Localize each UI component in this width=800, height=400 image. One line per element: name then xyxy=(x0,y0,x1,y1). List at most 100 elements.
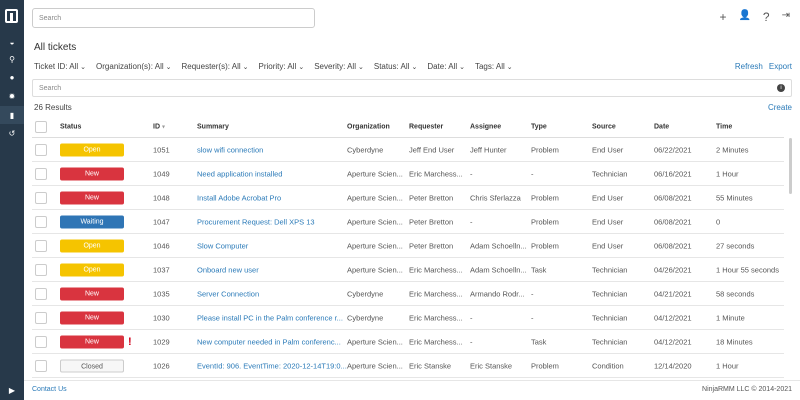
table-row[interactable]: New 1035 Server Connection Cyberdyne Eri… xyxy=(32,282,784,306)
ticket-summary-link[interactable]: Slow Computer xyxy=(197,241,248,250)
help-icon[interactable]: ? xyxy=(763,10,770,24)
filter-6[interactable]: Date: All ⌄ xyxy=(427,62,465,71)
date: 06/08/2021 xyxy=(654,241,692,250)
dashboard-icon[interactable]: ◒ xyxy=(0,33,24,51)
col-summary[interactable]: Summary xyxy=(197,123,229,130)
ticket-summary-link[interactable]: Onboard new user xyxy=(197,265,259,274)
row-checkbox[interactable] xyxy=(35,239,47,252)
table-row[interactable]: New 1030 Please install PC in the Palm c… xyxy=(32,306,784,330)
source: Technician xyxy=(592,265,628,274)
assignee: Chris Sferlazza xyxy=(470,193,521,202)
select-all-checkbox[interactable] xyxy=(35,120,47,133)
row-checkbox[interactable] xyxy=(35,143,47,156)
row-checkbox[interactable] xyxy=(35,263,47,276)
search-icon[interactable]: ⚲ xyxy=(0,50,24,68)
table-row[interactable]: New 1049 Need application installed Aper… xyxy=(32,162,784,186)
row-checkbox[interactable] xyxy=(35,215,47,228)
col-source[interactable]: Source xyxy=(592,123,616,130)
scrollbar[interactable] xyxy=(789,138,792,194)
row-checkbox[interactable] xyxy=(35,287,47,300)
ticket-icon[interactable]: ▮ xyxy=(0,106,24,124)
user-icon[interactable]: ● xyxy=(0,68,24,86)
table-row[interactable]: Open 1037 Onboard new user Aperture Scie… xyxy=(32,258,784,282)
chevron-down-icon: ⌄ xyxy=(80,64,87,71)
user-settings-icon[interactable]: 👤 xyxy=(738,10,750,24)
time: 58 seconds xyxy=(716,289,755,298)
ticket-summary-link[interactable]: Server Connection xyxy=(197,289,259,298)
col-date[interactable]: Date xyxy=(654,123,669,130)
row-checkbox[interactable] xyxy=(35,311,47,324)
ticket-summary-link[interactable]: slow wifi connection xyxy=(197,145,263,154)
chevron-down-icon: ⌄ xyxy=(411,64,418,71)
row-checkbox[interactable] xyxy=(35,167,47,180)
expand-icon[interactable]: ▶ xyxy=(0,381,24,399)
ticket-summary-link[interactable]: Procurement Request: Dell XPS 13 xyxy=(197,217,315,226)
organization: Cyberdyne xyxy=(347,145,384,154)
col-organization[interactable]: Organization xyxy=(347,123,390,130)
ticket-summary-link[interactable]: Install Adobe Acrobat Pro xyxy=(197,193,281,202)
info-icon[interactable]: i xyxy=(777,84,785,92)
type: - xyxy=(531,289,534,298)
col-assignee[interactable]: Assignee xyxy=(470,123,501,130)
row-checkbox[interactable] xyxy=(35,359,47,372)
ticket-summary-link[interactable]: Need application installed xyxy=(197,169,282,178)
refresh-link[interactable]: Refresh xyxy=(735,62,763,71)
table-row[interactable]: New ! 1029 New computer needed in Palm c… xyxy=(32,330,784,354)
table-row[interactable]: Open 1046 Slow Computer Aperture Scien..… xyxy=(32,234,784,258)
status-badge: New xyxy=(60,335,124,348)
status-badge: Open xyxy=(60,263,124,276)
type: Task xyxy=(531,337,547,346)
sidebar: ◒ ⚲ ● ✹ ▮ ↺ ▶ xyxy=(0,0,24,400)
date: 12/14/2020 xyxy=(654,361,692,370)
global-search-input[interactable]: Search xyxy=(32,8,315,28)
table-header: Status ID ▾ Summary Organization Request… xyxy=(32,116,784,138)
filter-4[interactable]: Severity: All ⌄ xyxy=(314,62,364,71)
logout-icon[interactable]: ⇥ xyxy=(782,10,790,24)
date: 06/16/2021 xyxy=(654,169,692,178)
col-time[interactable]: Time xyxy=(716,123,732,130)
col-id[interactable]: ID ▾ xyxy=(153,123,165,130)
col-status[interactable]: Status xyxy=(60,123,81,130)
requester: Eric Marchess... xyxy=(409,289,463,298)
table-row[interactable]: Waiting 1047 Procurement Request: Dell X… xyxy=(32,210,784,234)
filter-7[interactable]: Tags: All ⌄ xyxy=(475,62,513,71)
ticket-summary-link[interactable]: Please install PC in the Palm conference… xyxy=(197,313,343,322)
filter-3[interactable]: Priority: All ⌄ xyxy=(259,62,305,71)
filter-0[interactable]: Ticket ID: All ⌄ xyxy=(34,62,86,71)
row-checkbox[interactable] xyxy=(35,191,47,204)
create-link[interactable]: Create xyxy=(768,103,792,112)
type: Task xyxy=(531,265,547,274)
organization: Cyberdyne xyxy=(347,313,384,322)
plus-icon[interactable]: + xyxy=(719,10,726,24)
priority-flag-icon: ! xyxy=(128,335,132,348)
chevron-down-icon: ⌄ xyxy=(459,64,465,71)
ticket-search-input[interactable]: Search i xyxy=(32,79,792,97)
history-icon[interactable]: ↺ xyxy=(0,124,24,142)
ticket-id: 1037 xyxy=(153,265,170,274)
ticket-id: 1035 xyxy=(153,289,170,298)
row-checkbox[interactable] xyxy=(35,335,47,348)
filter-2[interactable]: Requester(s): All ⌄ xyxy=(182,62,249,71)
time: 55 Minutes xyxy=(716,193,753,202)
date: 06/08/2021 xyxy=(654,217,692,226)
gear-icon[interactable]: ✹ xyxy=(0,87,24,105)
type: Problem xyxy=(531,145,559,154)
status-badge: New xyxy=(60,287,124,300)
filter-1[interactable]: Organization(s): All ⌄ xyxy=(96,62,171,71)
export-link[interactable]: Export xyxy=(769,62,792,71)
filter-5[interactable]: Status: All ⌄ xyxy=(374,62,417,71)
table-row[interactable]: New 1048 Install Adobe Acrobat Pro Apert… xyxy=(32,186,784,210)
col-requester[interactable]: Requester xyxy=(409,123,443,130)
requester: Eric Marchess... xyxy=(409,169,463,178)
organization: Aperture Scien... xyxy=(347,241,403,250)
ticket-summary-link[interactable]: New computer needed in Palm conferenc... xyxy=(197,337,341,346)
contact-us-link[interactable]: Contact Us xyxy=(32,386,67,393)
logo-icon[interactable] xyxy=(5,9,18,23)
ticket-summary-link[interactable]: EventId: 906. EventTime: 2020-12-14T19:0… xyxy=(197,361,347,370)
col-type[interactable]: Type xyxy=(531,123,547,130)
ticket-id: 1026 xyxy=(153,361,170,370)
table-row[interactable]: Closed 1026 EventId: 906. EventTime: 202… xyxy=(32,354,784,378)
table-row[interactable]: Open 1051 slow wifi connection Cyberdyne… xyxy=(32,138,784,162)
ticket-id: 1030 xyxy=(153,313,170,322)
source: Technician xyxy=(592,337,628,346)
